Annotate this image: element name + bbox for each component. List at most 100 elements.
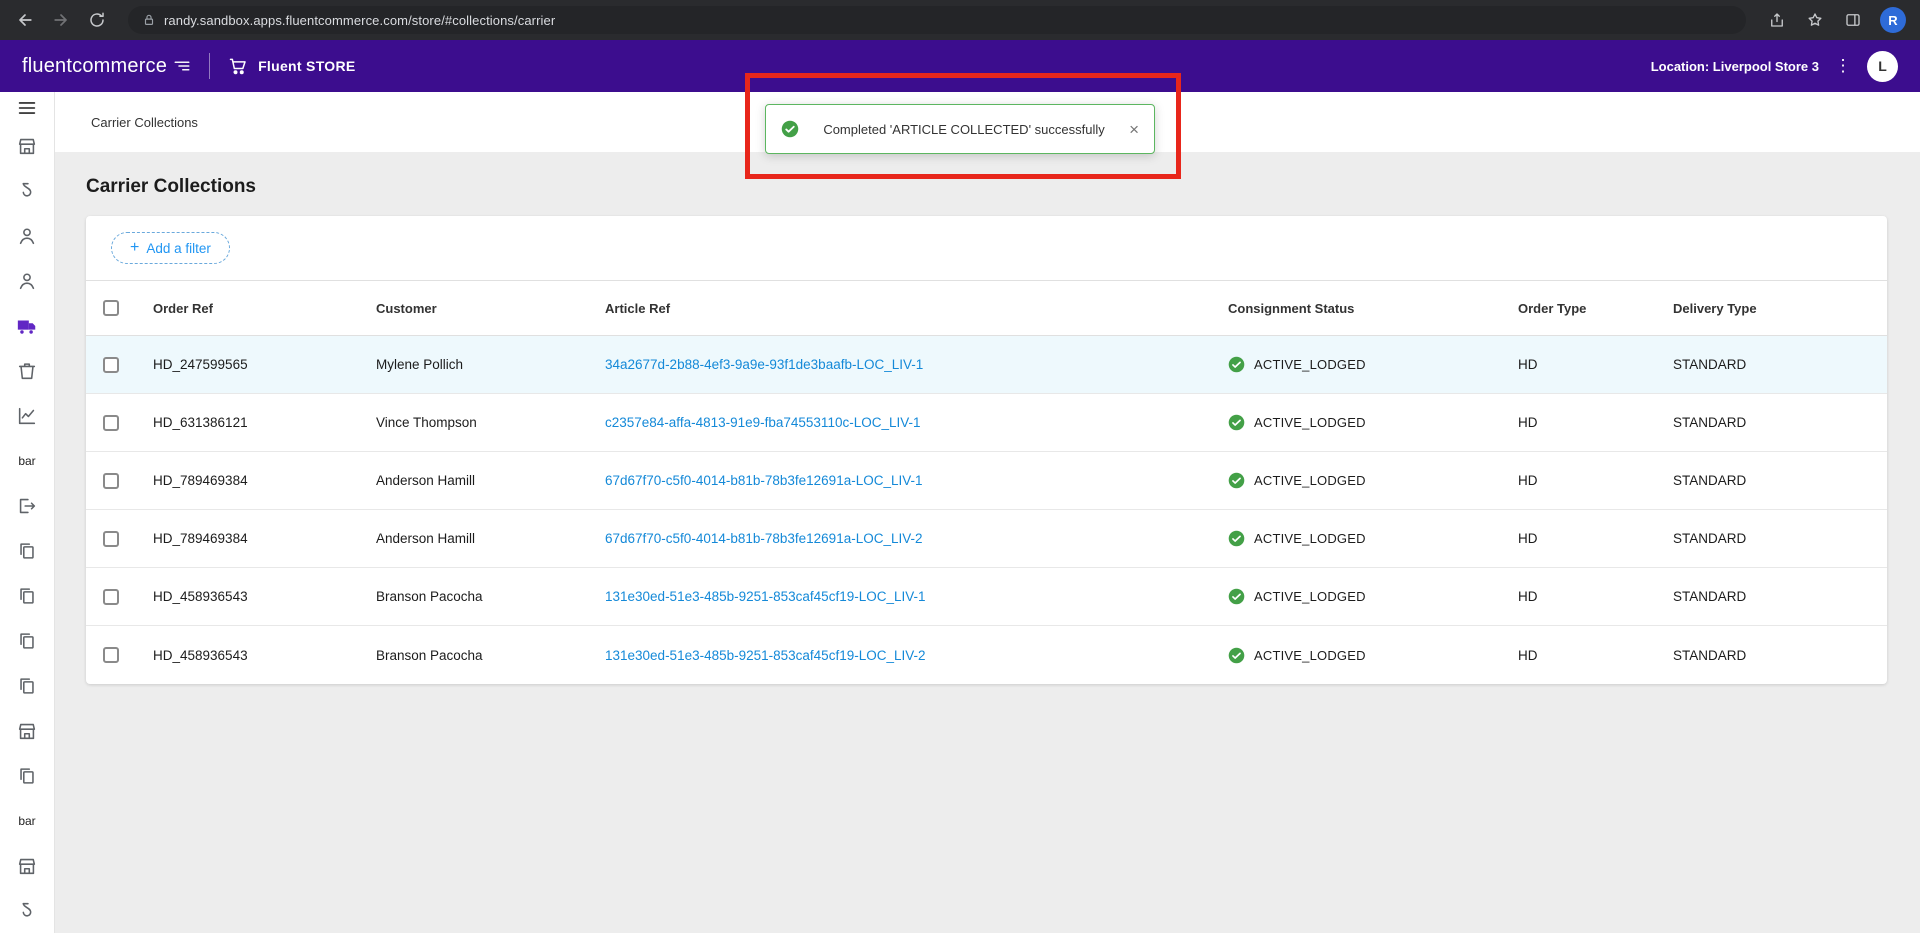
sidebar-item-copy[interactable] <box>0 528 54 573</box>
customer-cell: Branson Pacocha <box>376 648 605 663</box>
side-panel-icon[interactable] <box>1842 9 1864 31</box>
sidebar-item-storefront[interactable] <box>0 843 54 888</box>
delivery-type-cell: STANDARD <box>1673 357 1887 372</box>
bookmark-star-icon[interactable] <box>1804 9 1826 31</box>
lock-icon <box>142 13 156 27</box>
brand-text: fluentcommerce <box>22 55 167 78</box>
success-toast: Completed 'ARTICLE COLLECTED' successful… <box>765 104 1155 154</box>
hamburger-menu-icon[interactable] <box>0 92 54 123</box>
status-badge: ACTIVE_LODGED <box>1228 472 1518 489</box>
table-row[interactable]: HD_458936543Branson Pacocha131e30ed-51e3… <box>86 626 1887 684</box>
column-header-order-type[interactable]: Order Type <box>1518 301 1673 316</box>
article-ref-link[interactable]: 34a2677d-2b88-4ef3-9a9e-93f1de3baafb-LOC… <box>605 357 923 372</box>
customer-cell: Vince Thompson <box>376 415 605 430</box>
delivery-type-cell: STANDARD <box>1673 589 1887 604</box>
sidebar-label: bar <box>0 438 54 483</box>
article-ref-link[interactable]: 67d67f70-c5f0-4014-b81b-78b3fe12691a-LOC… <box>605 473 923 488</box>
order-type-cell: HD <box>1518 473 1673 488</box>
sidebar-item-storefront[interactable] <box>0 708 54 753</box>
column-header-consignment-status[interactable]: Consignment Status <box>1228 301 1518 316</box>
browser-toolbar: randy.sandbox.apps.fluentcommerce.com/st… <box>0 0 1920 40</box>
add-filter-label: Add a filter <box>146 241 211 256</box>
reload-icon[interactable] <box>86 9 108 31</box>
article-ref-link[interactable]: 131e30ed-51e3-485b-9251-853caf45cf19-LOC… <box>605 589 926 604</box>
row-checkbox[interactable] <box>103 531 119 547</box>
row-checkbox[interactable] <box>103 357 119 373</box>
header-divider <box>209 53 210 79</box>
sidebar-item-person[interactable] <box>0 213 54 258</box>
order-type-cell: HD <box>1518 357 1673 372</box>
check-circle-icon <box>781 120 799 138</box>
customer-cell: Branson Pacocha <box>376 589 605 604</box>
sidebar-item-copy[interactable] <box>0 618 54 663</box>
sidebar-nav: bar bar <box>0 123 54 933</box>
table-row[interactable]: HD_458936543Branson Pacocha131e30ed-51e3… <box>86 568 1887 626</box>
sidebar-item-copy[interactable] <box>0 573 54 618</box>
brand-mark-icon <box>173 57 191 75</box>
toast-close-icon[interactable]: × <box>1129 121 1139 138</box>
table-row[interactable]: HD_789469384Anderson Hamill67d67f70-c5f0… <box>86 510 1887 568</box>
row-checkbox[interactable] <box>103 647 119 663</box>
status-text: ACTIVE_LODGED <box>1254 531 1366 546</box>
filter-row: + Add a filter <box>86 216 1887 280</box>
browser-profile-avatar[interactable]: R <box>1880 7 1906 33</box>
app-switcher[interactable]: Fluent STORE <box>228 56 355 76</box>
column-header-delivery-type[interactable]: Delivery Type <box>1673 301 1887 316</box>
table-body: HD_247599565Mylene Pollich34a2677d-2b88-… <box>86 336 1887 684</box>
customer-cell: Anderson Hamill <box>376 473 605 488</box>
share-icon[interactable] <box>1766 9 1788 31</box>
plus-icon: + <box>130 240 139 256</box>
row-checkbox[interactable] <box>103 473 119 489</box>
check-circle-icon <box>1228 588 1245 605</box>
url-text: randy.sandbox.apps.fluentcommerce.com/st… <box>164 13 555 28</box>
order-ref-cell: HD_631386121 <box>153 415 376 430</box>
sidebar: bar bar <box>0 92 55 933</box>
table-header-row: Order Ref Customer Article Ref Consignme… <box>86 280 1887 336</box>
table-row[interactable]: HD_631386121Vince Thompsonc2357e84-affa-… <box>86 394 1887 452</box>
sidebar-label: bar <box>0 798 54 843</box>
sidebar-item-exit[interactable] <box>0 483 54 528</box>
sidebar-item-truck[interactable] <box>0 303 54 348</box>
check-circle-icon <box>1228 356 1245 373</box>
column-header-order-ref[interactable]: Order Ref <box>153 301 376 316</box>
sidebar-item-copy[interactable] <box>0 753 54 798</box>
table-row[interactable]: HD_789469384Anderson Hamill67d67f70-c5f0… <box>86 452 1887 510</box>
column-header-customer[interactable]: Customer <box>376 301 605 316</box>
sidebar-item-person[interactable] <box>0 258 54 303</box>
back-icon[interactable] <box>14 9 36 31</box>
customer-cell: Anderson Hamill <box>376 531 605 546</box>
row-checkbox[interactable] <box>103 589 119 605</box>
order-ref-cell: HD_789469384 <box>153 531 376 546</box>
add-filter-button[interactable]: + Add a filter <box>111 232 230 264</box>
location-label[interactable]: Location: Liverpool Store 3 <box>1651 59 1819 74</box>
order-type-cell: HD <box>1518 589 1673 604</box>
sidebar-item-hook[interactable] <box>0 888 54 933</box>
order-ref-cell: HD_247599565 <box>153 357 376 372</box>
article-ref-link[interactable]: 67d67f70-c5f0-4014-b81b-78b3fe12691a-LOC… <box>605 531 923 546</box>
status-text: ACTIVE_LODGED <box>1254 473 1366 488</box>
article-ref-link[interactable]: c2357e84-affa-4813-91e9-fba74553110c-LOC… <box>605 415 921 430</box>
status-badge: ACTIVE_LODGED <box>1228 356 1518 373</box>
order-ref-cell: HD_458936543 <box>153 589 376 604</box>
main-content: Carrier Collections + Add a filter Order… <box>55 152 1920 933</box>
user-avatar[interactable]: L <box>1867 51 1898 82</box>
kebab-menu-icon[interactable]: ⋮ <box>1833 55 1853 77</box>
row-checkbox[interactable] <box>103 415 119 431</box>
sidebar-item-copy[interactable] <box>0 663 54 708</box>
sidebar-item-bin[interactable] <box>0 348 54 393</box>
sidebar-item-chart[interactable] <box>0 393 54 438</box>
check-circle-icon <box>1228 472 1245 489</box>
table-row[interactable]: HD_247599565Mylene Pollich34a2677d-2b88-… <box>86 336 1887 394</box>
delivery-type-cell: STANDARD <box>1673 415 1887 430</box>
order-ref-cell: HD_458936543 <box>153 648 376 663</box>
select-all-checkbox[interactable] <box>103 300 119 316</box>
column-header-article-ref[interactable]: Article Ref <box>605 301 1228 316</box>
toast-message: Completed 'ARTICLE COLLECTED' successful… <box>810 122 1118 137</box>
customer-cell: Mylene Pollich <box>376 357 605 372</box>
forward-icon[interactable] <box>50 9 72 31</box>
status-text: ACTIVE_LODGED <box>1254 589 1366 604</box>
sidebar-item-hook[interactable] <box>0 168 54 213</box>
sidebar-item-storefront[interactable] <box>0 123 54 168</box>
article-ref-link[interactable]: 131e30ed-51e3-485b-9251-853caf45cf19-LOC… <box>605 648 926 663</box>
address-bar[interactable]: randy.sandbox.apps.fluentcommerce.com/st… <box>128 6 1746 34</box>
